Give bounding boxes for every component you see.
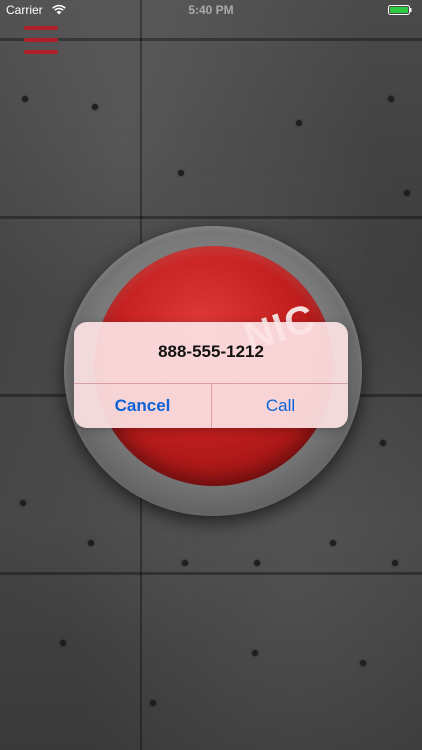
wall-hole: [392, 560, 398, 566]
wall-hole: [380, 440, 386, 446]
wall-hole: [388, 96, 394, 102]
wall-hole: [404, 190, 410, 196]
wall-hole: [330, 540, 336, 546]
app-screen: Carrier 5:40 PM NIC 888-555-1212 Cancel …: [0, 0, 422, 750]
menu-bar: [24, 38, 58, 42]
wall-hole: [88, 540, 94, 546]
wall-hole: [254, 560, 260, 566]
wall-hole: [360, 660, 366, 666]
wall-hole: [150, 700, 156, 706]
hamburger-menu-icon[interactable]: [24, 26, 58, 56]
wall-hole: [296, 120, 302, 126]
cancel-button[interactable]: Cancel: [74, 384, 211, 428]
wall-hole: [22, 96, 28, 102]
menu-bar: [24, 50, 58, 54]
battery-icon: [388, 5, 412, 15]
call-button[interactable]: Call: [212, 384, 348, 428]
wall-hole: [92, 104, 98, 110]
wall-hole: [20, 500, 26, 506]
wall-hole: [182, 560, 188, 566]
wall-hole: [60, 640, 66, 646]
clock: 5:40 PM: [188, 3, 234, 17]
status-bar: Carrier 5:40 PM: [0, 0, 422, 20]
menu-bar: [24, 26, 58, 30]
alert-phone-number: 888-555-1212: [158, 342, 264, 361]
call-alert-dialog: 888-555-1212 Cancel Call: [74, 322, 348, 428]
wall-hole: [178, 170, 184, 176]
wall-hole: [252, 650, 258, 656]
